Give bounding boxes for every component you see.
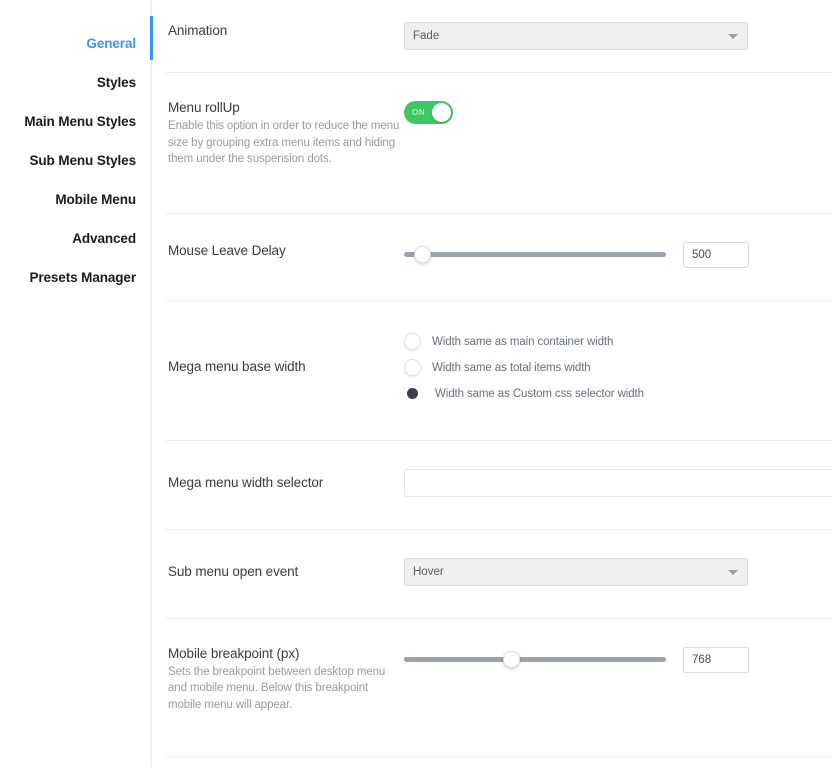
setting-row-menu-rollup: Menu rollUp Enable this option in order … [166,73,832,168]
slider-track [404,657,666,662]
sidebar-item-styles[interactable]: Styles [0,63,152,102]
mega-menu-base-width-label: Mega menu base width [168,358,404,375]
settings-page: General Styles Main Menu Styles Sub Menu… [0,0,832,767]
setting-row-mega-menu-base-width: Mega menu base width Width same as main … [166,301,832,407]
menu-rollup-control-col: ON [404,99,832,124]
sub-menu-open-event-label: Sub menu open event [168,563,404,580]
radio-label: Width same as total items width [432,362,591,374]
animation-label: Animation [168,22,404,39]
sub-menu-open-event-select[interactable]: Hover [404,558,748,586]
mobile-breakpoint-slider-wrap [404,647,749,673]
radio-icon[interactable] [404,359,421,376]
settings-content: Animation Fade Menu rollUp Enable this o… [152,0,832,767]
sub-menu-open-event-control-col: Hover [404,558,832,586]
menu-rollup-toggle-state: ON [412,108,425,117]
menu-rollup-toggle[interactable]: ON [404,101,453,124]
mouse-leave-delay-label-col: Mouse Leave Delay [166,242,404,259]
mega-menu-width-selector-input[interactable] [404,469,832,497]
mega-menu-width-selector-label: Mega menu width selector [168,474,404,491]
mobile-breakpoint-input[interactable] [683,647,749,673]
active-tab-accent-bar [150,16,153,60]
settings-sidebar: General Styles Main Menu Styles Sub Menu… [0,0,152,767]
sidebar-item-general[interactable]: General [0,24,152,63]
mobile-breakpoint-slider[interactable] [404,651,666,669]
setting-row-cache-menu-css: Cache menu CSS ON [166,757,832,767]
slider-handle[interactable] [503,651,520,668]
sidebar-item-presets-manager[interactable]: Presets Manager [0,258,152,297]
setting-row-animation: Animation Fade [166,0,832,50]
mega-menu-width-selector-label-col: Mega menu width selector [166,469,404,491]
radio-option-custom-css-selector-width[interactable]: Width same as Custom css selector width [404,381,644,407]
chevron-down-icon [728,34,738,39]
sidebar-list: General Styles Main Menu Styles Sub Menu… [0,24,152,297]
mouse-leave-delay-control-col [404,242,832,268]
radio-label: Width same as Custom css selector width [435,388,644,400]
animation-select-value: Fade [413,30,439,42]
mobile-breakpoint-control-col [404,645,832,673]
mouse-leave-delay-slider[interactable] [404,246,666,264]
mega-menu-base-width-radio-group: Width same as main container width Width… [404,329,644,407]
sub-menu-open-event-select-value: Hover [413,566,444,578]
radio-option-main-container-width[interactable]: Width same as main container width [404,329,644,355]
animation-select[interactable]: Fade [404,22,748,50]
setting-row-mega-menu-width-selector: Mega menu width selector [166,441,832,497]
sub-menu-open-event-label-col: Sub menu open event [166,558,404,580]
animation-control-col: Fade [404,22,832,50]
setting-row-sub-menu-open-event: Sub menu open event Hover [166,530,832,586]
menu-rollup-label-col: Menu rollUp Enable this option in order … [166,99,404,168]
mega-menu-base-width-label-col: Mega menu base width [166,329,404,375]
chevron-down-icon [728,570,738,575]
radio-label: Width same as main container width [432,336,613,348]
sidebar-item-mobile-menu[interactable]: Mobile Menu [0,180,152,219]
mouse-leave-delay-input[interactable] [683,242,749,268]
slider-track [404,252,666,257]
mega-menu-width-selector-control-col [404,469,832,497]
sidebar-item-main-menu-styles[interactable]: Main Menu Styles [0,102,152,141]
setting-row-mouse-leave-delay: Mouse Leave Delay [166,214,832,268]
mobile-breakpoint-description: Sets the breakpoint between desktop menu… [168,664,404,714]
mobile-breakpoint-label-col: Mobile breakpoint (px) Sets the breakpoi… [166,645,404,714]
mouse-leave-delay-label: Mouse Leave Delay [168,242,404,259]
slider-handle[interactable] [414,246,431,263]
sidebar-divider [151,0,152,767]
radio-icon-selected[interactable] [407,388,418,399]
toggle-knob [432,103,451,122]
radio-option-total-items-width[interactable]: Width same as total items width [404,355,644,381]
menu-rollup-description: Enable this option in order to reduce th… [168,118,404,168]
sidebar-item-advanced[interactable]: Advanced [0,219,152,258]
radio-icon[interactable] [404,333,421,350]
mouse-leave-delay-slider-wrap [404,242,749,268]
setting-row-mobile-breakpoint: Mobile breakpoint (px) Sets the breakpoi… [166,619,832,714]
mega-menu-base-width-control-col: Width same as main container width Width… [404,329,832,407]
sidebar-item-sub-menu-styles[interactable]: Sub Menu Styles [0,141,152,180]
menu-rollup-label: Menu rollUp [168,99,404,116]
animation-label-col: Animation [166,22,404,39]
mobile-breakpoint-label: Mobile breakpoint (px) [168,645,404,662]
